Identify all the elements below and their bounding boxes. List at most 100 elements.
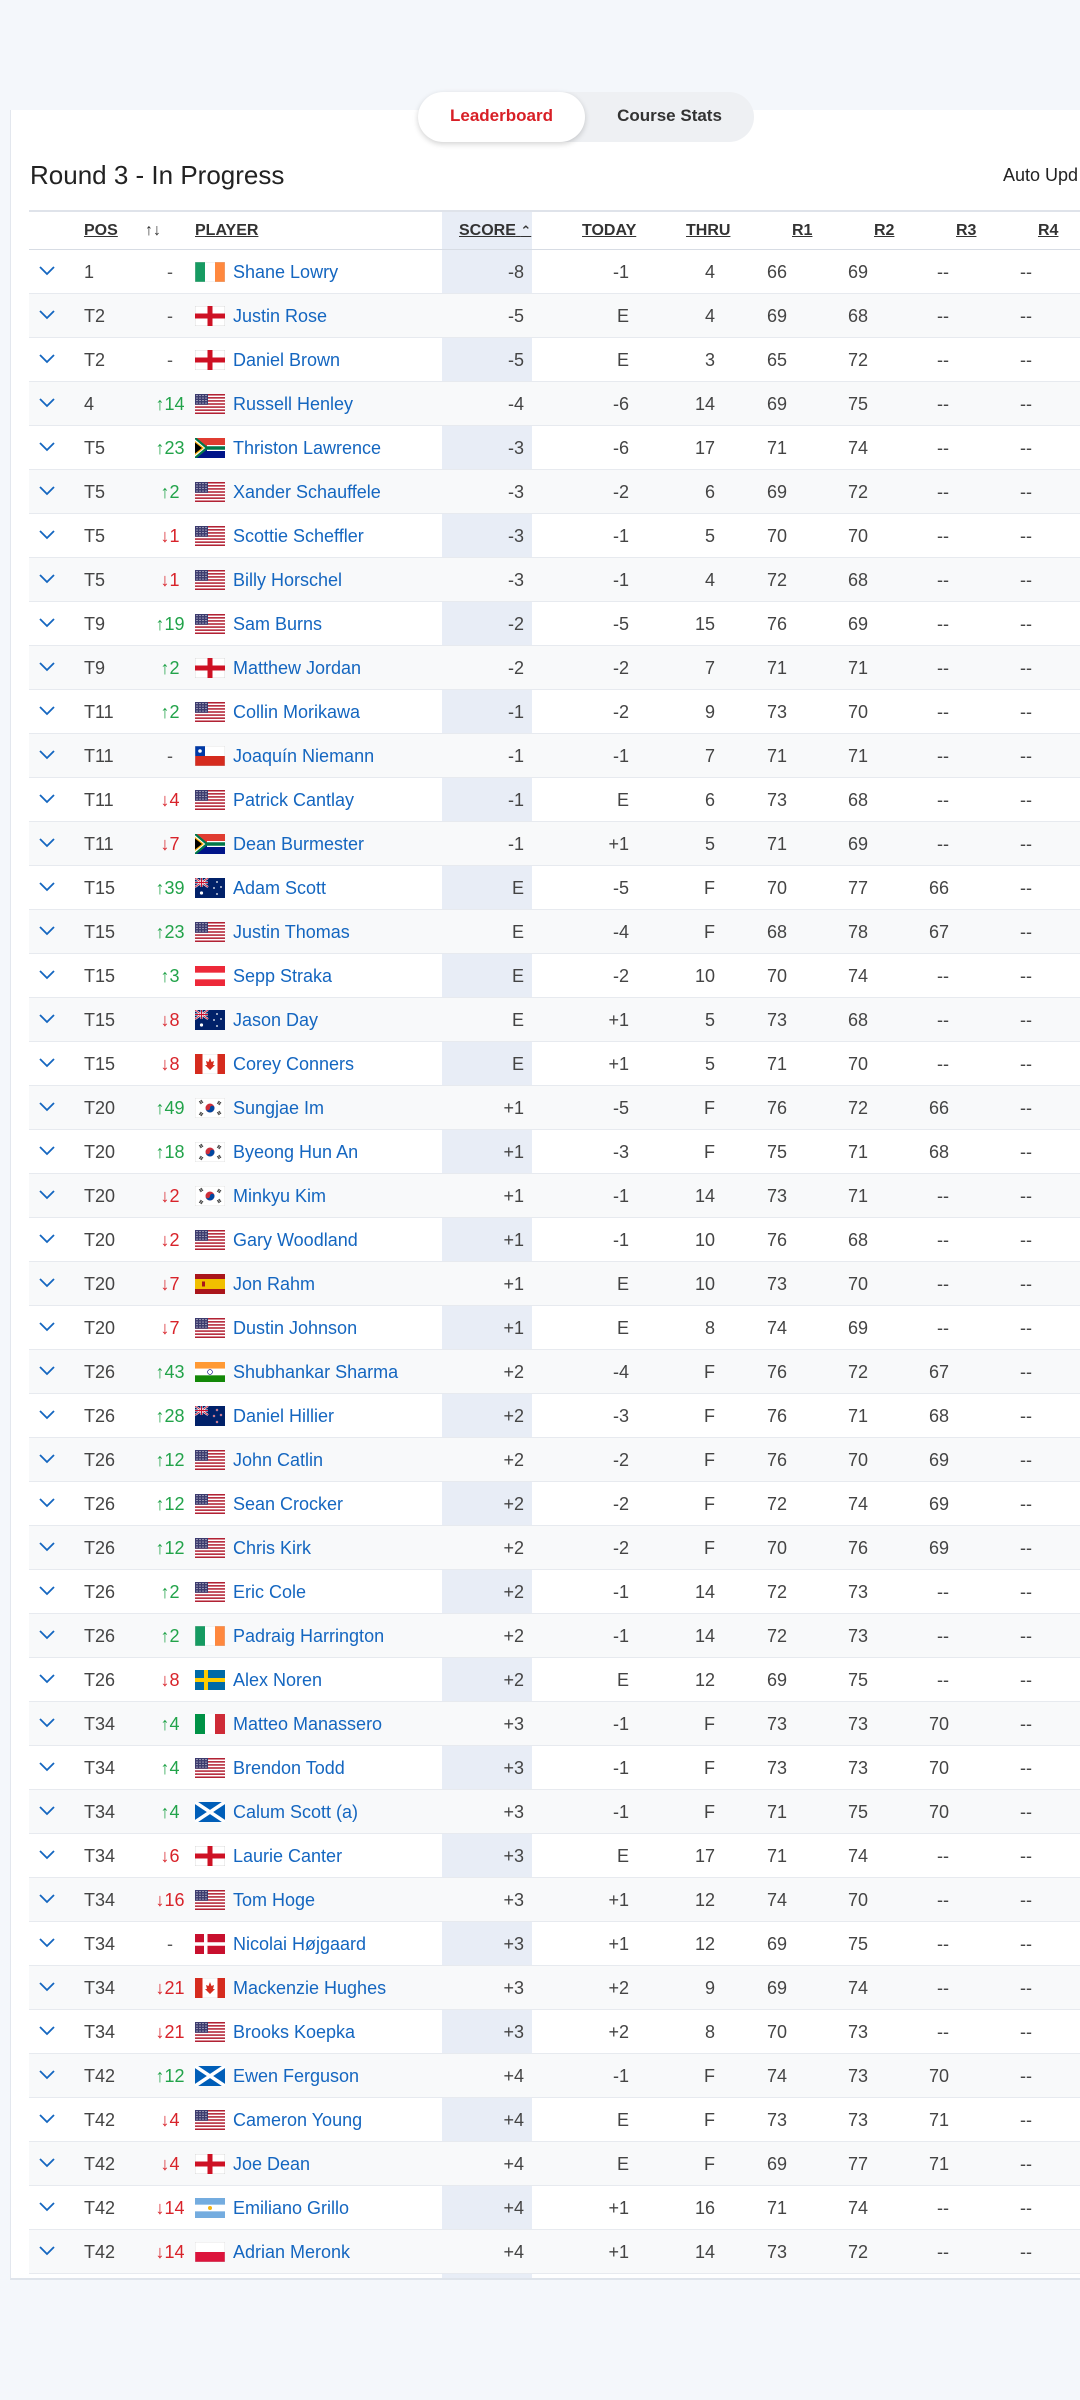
player-name-link[interactable]: Daniel Hillier [233,1394,334,1438]
column-r2[interactable]: R2 [874,212,894,250]
column-player[interactable]: PLAYER [195,212,258,250]
player-name-link[interactable]: Adrian Meronk [233,2230,350,2274]
table-row[interactable]: T34 ↓6 Laurie Canter +3 E 17 71 74 -- -- [29,1834,1080,1878]
table-row[interactable]: T9 ↑2 Matthew Jordan -2 -2 7 71 71 -- -- [29,646,1080,690]
table-row[interactable]: 4 ↑14 Russell Henley -4 -6 14 69 75 -- -- [29,382,1080,426]
table-row[interactable]: T9 ↑19 Sam Burns -2 -5 15 76 69 -- -- [29,602,1080,646]
table-row[interactable]: T15 ↑39 Adam Scott E -5 F 70 77 66 -- [29,866,1080,910]
player-name-link[interactable]: Adam Scott [233,866,326,910]
table-row[interactable]: T11 - Joaquín Niemann -1 -1 7 71 71 -- -- [29,734,1080,778]
player-name-link[interactable]: Ewen Ferguson [233,2054,359,2098]
table-row[interactable]: T26 ↑2 Padraig Harrington +2 -1 14 72 73 -- -- [29,1614,1080,1658]
table-row[interactable]: T26 ↑43 Shubhankar Sharma +2 -4 F 76 72 67 -- [29,1350,1080,1394]
player-name-link[interactable]: Minkyu Kim [233,1174,326,1218]
player-name-link[interactable]: Shubhankar Sharma [233,1350,398,1394]
column-move[interactable]: ↑↓ [145,212,161,250]
table-row[interactable]: T2 - Justin Rose -5 E 4 69 68 -- -- [29,294,1080,338]
column-score[interactable]: SCORE ⌃ [459,212,531,250]
player-name-link[interactable]: Scottie Scheffler [233,514,364,558]
player-name-link[interactable]: John Catlin [233,1438,323,1482]
player-name-link[interactable]: Joaquín Niemann [233,734,374,778]
table-row[interactable]: T42 ↓14 Emiliano Grillo +4 +1 16 71 74 -- -- [29,2186,1080,2230]
table-row[interactable]: T26 ↑12 Chris Kirk +2 -2 F 70 76 69 -- [29,1526,1080,1570]
table-row[interactable]: T26 ↑28 Daniel Hillier +2 -3 F 76 71 68 -- [29,1394,1080,1438]
table-row[interactable]: T15 ↑23 Justin Thomas E -4 F 68 78 67 -- [29,910,1080,954]
column-today[interactable]: TODAY [582,212,636,250]
player-name-link[interactable]: Dean Burmester [233,822,364,866]
column-r3[interactable]: R3 [956,212,976,250]
table-row[interactable]: T42 ↑12 Ewen Ferguson +4 -1 F 74 73 70 -- [29,2054,1080,2098]
player-name-link[interactable]: Chris Kirk [233,1526,311,1570]
player-name-link[interactable]: Sepp Straka [233,954,332,998]
table-row[interactable]: T34 ↓16 Tom Hoge +3 +1 12 74 70 -- -- [29,1878,1080,1922]
player-name-link[interactable]: Matteo Manassero [233,1702,382,1746]
table-row[interactable]: T11 ↓4 Patrick Cantlay -1 E 6 73 68 -- -- [29,778,1080,822]
tab-course-stats[interactable]: Course Stats [585,92,754,142]
player-name-link[interactable]: Joe Dean [233,2142,310,2186]
table-row[interactable]: T15 ↑3 Sepp Straka E -2 10 70 74 -- -- [29,954,1080,998]
table-row[interactable]: T20 ↑49 Sungjae Im +1 -5 F 76 72 66 -- [29,1086,1080,1130]
table-row[interactable]: T11 ↓7 Dean Burmester -1 +1 5 71 69 -- -- [29,822,1080,866]
player-name-link[interactable]: Brendon Todd [233,1746,345,1790]
player-name-link[interactable]: Daniel Brown [233,338,340,382]
player-name-link[interactable]: Jon Rahm [233,1262,315,1306]
player-name-link[interactable]: Sam Burns [233,602,322,646]
column-r4[interactable]: R4 [1038,212,1058,250]
column-r1[interactable]: R1 [792,212,812,250]
player-name-link[interactable]: Shane Lowry [233,250,338,294]
player-name-link[interactable]: Gary Woodland [233,1218,358,1262]
player-name-link[interactable]: Nicolai Højgaard [233,1922,366,1966]
player-name-link[interactable]: Billy Horschel [233,558,342,602]
table-row[interactable]: T15 ↓8 Corey Conners E +1 5 71 70 -- -- [29,1042,1080,1086]
table-row[interactable]: T34 ↑4 Calum Scott (a) +3 -1 F 71 75 70 -- [29,1790,1080,1834]
table-row[interactable]: T34 ↓21 Mackenzie Hughes +3 +2 9 69 74 -- -- [29,1966,1080,2010]
table-row[interactable]: T34 ↓21 Brooks Koepka +3 +2 8 70 73 -- -- [29,2010,1080,2054]
player-name-link[interactable]: Emiliano Grillo [233,2186,349,2230]
player-name-link[interactable]: Alex Noren [233,1658,322,1702]
player-name-link[interactable]: Byeong Hun An [233,1130,358,1174]
player-name-link[interactable]: Brooks Koepka [233,2010,355,2054]
player-name-link[interactable]: Calum Scott (a) [233,1790,358,1834]
table-row[interactable]: T15 ↓8 Jason Day E +1 5 73 68 -- -- [29,998,1080,1042]
player-name-link[interactable]: Padraig Harrington [233,1614,384,1658]
table-row[interactable]: T2 - Daniel Brown -5 E 3 65 72 -- -- [29,338,1080,382]
player-name-link[interactable]: Sean Crocker [233,1482,343,1526]
table-row[interactable]: T20 ↓2 Gary Woodland +1 -1 10 76 68 -- -- [29,1218,1080,1262]
table-row[interactable]: T34 - Nicolai Højgaard +3 +1 12 69 75 -- -- [29,1922,1080,1966]
table-row[interactable]: T5 ↓1 Billy Horschel -3 -1 4 72 68 -- -- [29,558,1080,602]
tab-leaderboard[interactable]: Leaderboard [418,92,585,142]
player-name-link[interactable]: Corey Conners [233,1042,354,1086]
player-name-link[interactable]: Xander Schauffele [233,470,381,514]
table-row[interactable]: T20 ↓7 Dustin Johnson +1 E 8 74 69 -- -- [29,1306,1080,1350]
table-row[interactable]: T5 ↓1 Scottie Scheffler -3 -1 5 70 70 -- -- [29,514,1080,558]
table-row[interactable]: T20 ↑18 Byeong Hun An +1 -3 F 75 71 68 -- [29,1130,1080,1174]
player-name-link[interactable]: Mackenzie Hughes [233,1966,386,2010]
player-name-link[interactable]: Patrick Cantlay [233,778,354,822]
table-row[interactable]: T34 ↑4 Matteo Manassero +3 -1 F 73 73 70 -- [29,1702,1080,1746]
player-name-link[interactable]: Russell Henley [233,382,353,426]
player-name-link[interactable]: Laurie Canter [233,1834,342,1878]
player-name-link[interactable]: Cameron Young [233,2098,362,2142]
table-row[interactable]: T5 ↑23 Thriston Lawrence -3 -6 17 71 74 -- -- [29,426,1080,470]
player-name-link[interactable]: Matthew Jordan [233,646,361,690]
table-row[interactable]: T26 ↑12 John Catlin +2 -2 F 76 70 69 -- [29,1438,1080,1482]
player-name-link[interactable]: Collin Morikawa [233,690,360,734]
player-name-link[interactable]: Eric Cole [233,1570,306,1614]
player-name-link[interactable]: Justin Thomas [233,910,350,954]
player-name-link[interactable]: Jason Day [233,998,318,1042]
player-name-link[interactable]: Dustin Johnson [233,1306,357,1350]
auto-update-toggle-label[interactable]: Auto Upd [1003,165,1078,186]
column-pos[interactable]: POS [84,212,118,250]
table-row[interactable]: T5 ↑2 Xander Schauffele -3 -2 6 69 72 -- -- [29,470,1080,514]
column-thru[interactable]: THRU [686,212,730,250]
table-row[interactable]: T42 ↓4 Joe Dean +4 E F 69 77 71 -- [29,2142,1080,2186]
table-row[interactable]: T26 ↑2 Eric Cole +2 -1 14 72 73 -- -- [29,1570,1080,1614]
player-name-link[interactable]: Sungjae Im [233,1086,324,1130]
table-row[interactable]: T26 ↓8 Alex Noren +2 E 12 69 75 -- -- [29,1658,1080,1702]
player-name-link[interactable]: Tom Hoge [233,1878,315,1922]
table-row[interactable]: T26 ↑12 Sean Crocker +2 -2 F 72 74 69 -- [29,1482,1080,1526]
table-row[interactable]: T20 ↓7 Jon Rahm +1 E 10 73 70 -- -- [29,1262,1080,1306]
player-name-link[interactable]: Justin Rose [233,294,327,338]
table-row[interactable]: T11 ↑2 Collin Morikawa -1 -2 9 73 70 -- -- [29,690,1080,734]
player-name-link[interactable]: Thriston Lawrence [233,426,381,470]
